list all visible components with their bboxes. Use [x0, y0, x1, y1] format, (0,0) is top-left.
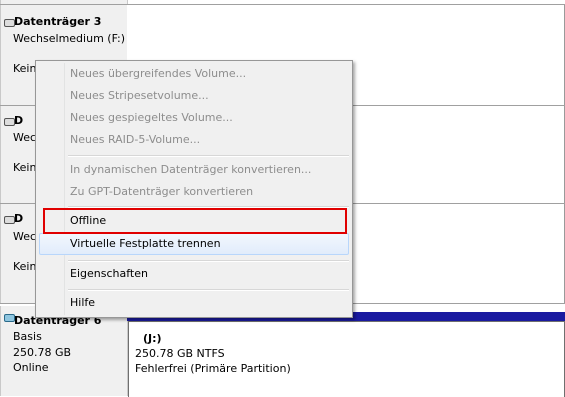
disk-status: Kein — [13, 260, 37, 273]
menu-item-convert-gpt[interactable]: Zu GPT-Datenträger konvertieren — [39, 181, 349, 203]
menu-item-help[interactable]: Hilfe — [39, 292, 349, 314]
disk-name: D — [14, 114, 24, 127]
disk-status: Online — [13, 361, 49, 374]
menu-item-offline[interactable]: Offline — [39, 210, 349, 232]
partition-drive-letter: (J:) — [143, 332, 162, 345]
menu-separator — [68, 289, 349, 291]
menu-item-properties[interactable]: Eigenschaften — [39, 263, 349, 285]
partition-block[interactable]: (J:) 250.78 GB NTFS Fehlerfrei (Primäre … — [128, 321, 565, 397]
disk-type: Wec — [13, 230, 37, 243]
disk-name: D — [14, 212, 24, 225]
disk-type: Basis — [13, 330, 42, 343]
menu-separator — [68, 260, 349, 262]
partition-size-fs: 250.78 GB NTFS — [135, 347, 225, 360]
disk-status: Kein — [13, 62, 37, 75]
disk-status: Kein — [13, 161, 37, 174]
menu-item-new-striped-volume[interactable]: Neues Stripesetvolume... — [39, 85, 349, 107]
disk-type: Wechselmedium (F:) — [13, 32, 126, 45]
partition-health: Fehlerfrei (Primäre Partition) — [135, 362, 291, 375]
menu-separator — [68, 155, 349, 157]
disk-type: Wec — [13, 131, 37, 144]
context-menu: Neues übergreifendes Volume... Neues Str… — [35, 60, 353, 318]
menu-item-new-mirrored-volume[interactable]: Neues gespiegeltes Volume... — [39, 107, 349, 129]
disk-size: 250.78 GB — [13, 346, 72, 359]
menu-item-new-raid5-volume[interactable]: Neues RAID-5-Volume... — [39, 129, 349, 151]
disk-name: Datenträger 3 — [14, 15, 102, 28]
row-separator — [0, 4, 565, 5]
disk-label-panel[interactable]: Datenträger 6 Basis 250.78 GB Online — [0, 306, 128, 396]
menu-item-new-spanned-volume[interactable]: Neues übergreifendes Volume... — [39, 63, 349, 85]
menu-item-detach-vhd[interactable]: Virtuelle Festplatte trennen — [39, 233, 349, 255]
menu-item-convert-dynamic[interactable]: In dynamischen Datenträger konvertieren.… — [39, 159, 349, 181]
menu-separator — [68, 206, 349, 208]
